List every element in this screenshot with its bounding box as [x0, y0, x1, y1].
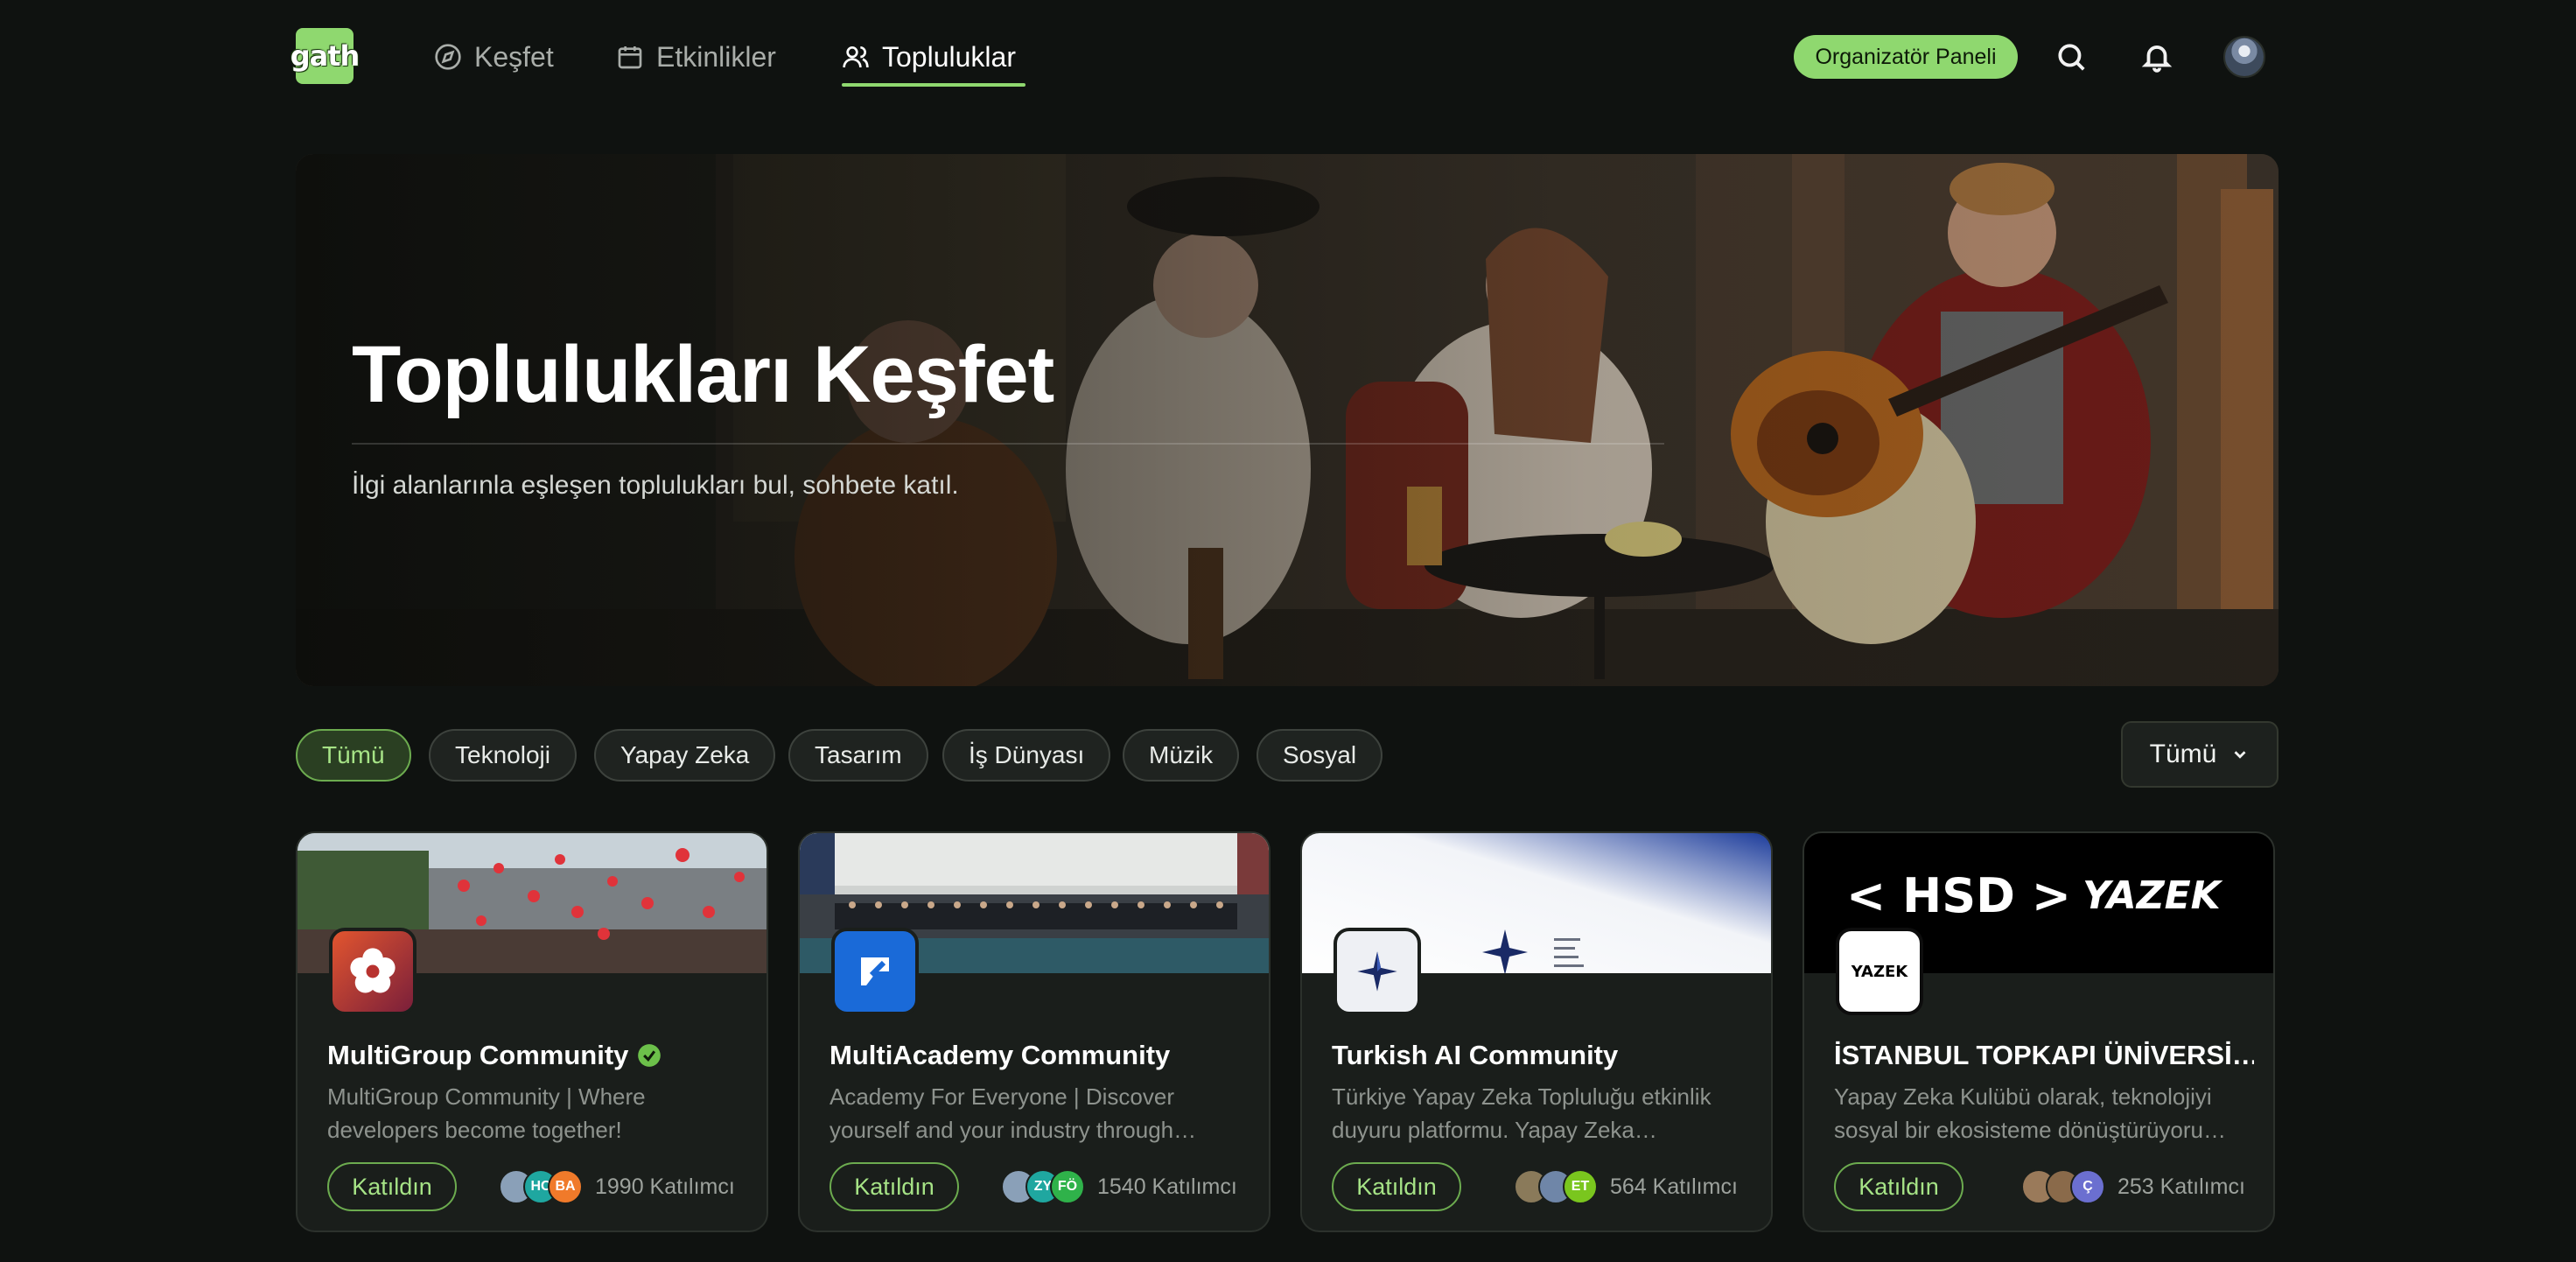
nav-link-etkinlikler[interactable]: Etkinlikler [616, 35, 776, 79]
card-description: Academy For Everyone | Discover yourself… [830, 1083, 1197, 1143]
community-card[interactable]: < HSD > YAZEK YAZEK İSTANBUL TOPKAPI ÜNİ… [1802, 831, 2275, 1232]
filter-chip-sosyal[interactable]: Sosyal [1256, 729, 1383, 782]
member-avatars: Ç [2021, 1169, 2105, 1204]
bell-icon [2141, 46, 2173, 73]
member-avatar: ET [1563, 1169, 1598, 1204]
card-title-text: Turkish AI Community [1332, 1040, 1619, 1070]
card-title: Turkish AI Community [1332, 1040, 1752, 1071]
joined-button[interactable]: Katıldın [327, 1162, 457, 1211]
joined-button[interactable]: Katıldın [1332, 1162, 1461, 1211]
nav-link-label: Topluluklar [882, 40, 1016, 73]
member-avatar: Ç [2070, 1169, 2105, 1204]
sort-dropdown[interactable]: Tümü [2121, 721, 2278, 788]
organizer-panel-button[interactable]: Organizatör Paneli [1794, 35, 2018, 79]
card-title-text: İSTANBUL TOPKAPI ÜNİVERSİ… [1834, 1040, 2254, 1070]
member-avatars: HC BA [499, 1169, 583, 1204]
user-avatar[interactable] [2223, 36, 2265, 78]
community-logo [329, 928, 416, 1015]
sort-value: Tümü [2149, 740, 2217, 768]
filter-chip-teknoloji[interactable]: Teknoloji [429, 729, 577, 782]
verified-badge-icon [638, 1044, 662, 1067]
community-card[interactable]: MultiAcademy Community Academy For Every… [798, 831, 1270, 1232]
hero-subtitle: İlgi alanlarınla eşleşen toplulukları bu… [352, 471, 959, 500]
gath-logo[interactable]: gath [290, 28, 360, 84]
card-description: Yapay Zeka Kulübü olarak, teknolojiyi so… [1834, 1083, 2226, 1143]
flower-icon [350, 948, 396, 993]
community-card[interactable]: MultiGroup Community MultiGroup Communit… [296, 831, 768, 1232]
search-icon [2058, 44, 2085, 71]
community-logo [831, 928, 919, 1015]
active-tab-indicator [842, 83, 1026, 87]
chevron-down-icon [2234, 751, 2246, 759]
filter-chip-is-dunyasi[interactable]: İş Dünyası [942, 729, 1111, 782]
nav-link-kesfet[interactable]: Keşfet [434, 35, 554, 79]
arrow-logo-icon [861, 957, 889, 985]
joined-button[interactable]: Katıldın [830, 1162, 959, 1211]
community-logo [1334, 928, 1421, 1015]
member-avatar: BA [548, 1169, 583, 1204]
hero-divider [352, 443, 1664, 445]
community-card[interactable]: Turkish AI Community Türkiye Yapay Zeka … [1300, 831, 1773, 1232]
card-title-text: MultiAcademy Community [830, 1040, 1171, 1070]
filter-chip-tumu[interactable]: Tümü [296, 729, 411, 782]
nav-link-label: Keşfet [474, 40, 554, 73]
participant-count: 1990 Katılımcı [595, 1174, 735, 1199]
page: gath Keşfet Etkinlikler Topluluklar Orga… [0, 0, 2576, 1262]
filter-chip-tasarim[interactable]: Tasarım [788, 729, 928, 782]
logo-text: YAZEK [1851, 962, 1908, 981]
users-icon [843, 46, 869, 68]
search-button[interactable] [2051, 37, 2091, 77]
notifications-button[interactable] [2137, 37, 2177, 77]
cover-text-hsd: < HSD > [1846, 868, 2072, 923]
member-avatars: ET [1514, 1169, 1598, 1204]
joined-button[interactable]: Katıldın [1834, 1162, 1964, 1211]
card-title: İSTANBUL TOPKAPI ÜNİVERSİ… [1834, 1040, 2254, 1071]
member-avatars: ZY FÖ [1001, 1169, 1085, 1204]
card-title: MultiAcademy Community [830, 1040, 1250, 1071]
cover-text-yazek: YAZEK [2082, 873, 2221, 918]
filter-chip-yapay-zeka[interactable]: Yapay Zeka [594, 729, 776, 782]
community-logo: YAZEK [1836, 928, 1923, 1015]
participant-count: 253 Katılımcı [2118, 1174, 2245, 1199]
hero-banner: Toplulukları Keşfet İlgi alanlarınla eşl… [296, 154, 2278, 686]
compass-icon [435, 44, 461, 70]
card-title: MultiGroup Community [327, 1040, 747, 1071]
calendar-icon [618, 46, 642, 69]
top-nav: gath Keşfet Etkinlikler Topluluklar Orga… [0, 0, 2576, 114]
star-logo-icon [1357, 951, 1397, 992]
card-description: MultiGroup Community | Where developers … [327, 1083, 646, 1143]
nav-link-label: Etkinlikler [656, 40, 776, 73]
card-description: Türkiye Yapay Zeka Topluluğu etkinlik du… [1332, 1083, 1712, 1143]
member-avatar: FÖ [1050, 1169, 1085, 1204]
card-title-text: MultiGroup Community [327, 1040, 629, 1070]
participant-count: 564 Katılımcı [1610, 1174, 1738, 1199]
participant-count: 1540 Katılımcı [1097, 1174, 1237, 1199]
nav-link-topluluklar[interactable]: Topluluklar [842, 35, 1016, 79]
filter-chip-muzik[interactable]: Müzik [1123, 729, 1240, 782]
hero-title: Toplulukları Keşfet [352, 330, 1054, 419]
